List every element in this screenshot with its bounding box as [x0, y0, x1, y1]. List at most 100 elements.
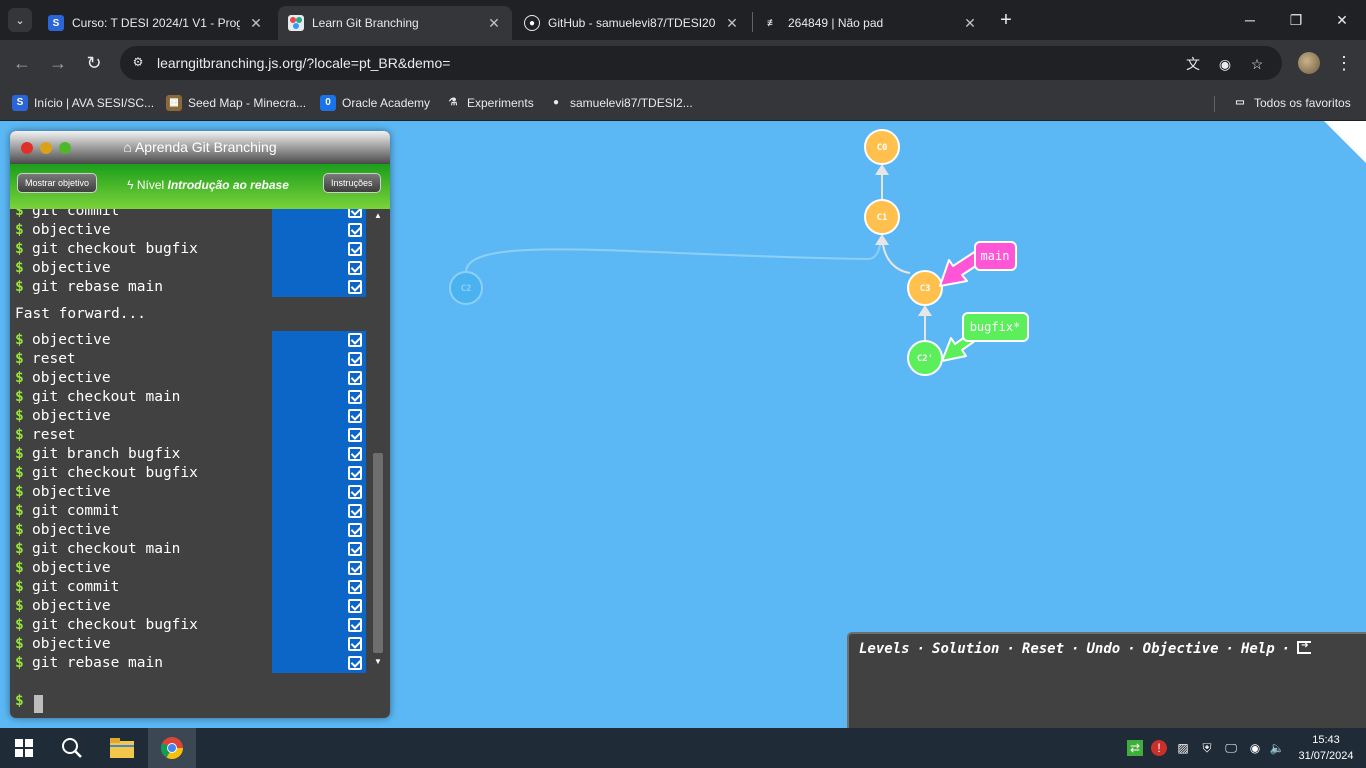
chrome-taskbar-icon[interactable] — [148, 728, 196, 768]
bolt-icon: ϟ — [127, 178, 137, 192]
notification-badge-icon[interactable]: ! — [1151, 740, 1167, 756]
command-input[interactable]: $ — [10, 687, 390, 718]
taskbar-clock[interactable]: 15:43 31/07/2024 — [1290, 732, 1362, 764]
command-bar-link-levels[interactable]: Levels — [859, 641, 910, 657]
terminal-history[interactable]: $ git commit $ objective $ git checkout bugfi… — [10, 209, 390, 679]
command-history-line: $ objective — [10, 259, 390, 278]
command-bar-link-reset[interactable]: Reset — [1022, 641, 1064, 657]
tab-learn-git-branching[interactable]: Learn Git Branching ✕ — [278, 6, 512, 40]
prompt-symbol: $ — [15, 503, 24, 519]
command-bar-link-objective[interactable]: Objective — [1143, 641, 1219, 657]
ghost-edge — [465, 238, 883, 272]
command-status-cell — [272, 635, 366, 654]
windows-taskbar: ⇄ ! ▨ ⛨ 🖵 ◉ 🔈 15:43 31/07/2024 — [0, 728, 1366, 768]
command-text: objective — [32, 222, 111, 238]
command-text: git commit — [32, 579, 120, 595]
prompt-symbol: $ — [15, 693, 24, 709]
close-tab-icon[interactable]: ✕ — [248, 15, 264, 32]
search-icon[interactable] — [48, 728, 96, 768]
checkbox-checked-icon — [348, 447, 362, 461]
command-status-cell — [272, 597, 366, 616]
image-tray-icon[interactable]: ▨ — [1175, 740, 1191, 756]
checkbox-checked-icon — [348, 280, 362, 294]
checkbox-checked-icon — [348, 333, 362, 347]
terminal-title: ⌂ Aprenda Git Branching — [10, 139, 390, 155]
bookmarks-bar: S Início | AVA SESI/SC... ▦ Seed Map - M… — [0, 86, 1366, 121]
site-info-icon[interactable]: ⚙ — [130, 55, 146, 71]
tab-search-button[interactable]: ⌄ — [8, 8, 32, 32]
bookmark-experiments[interactable]: ⚗ Experiments — [445, 93, 534, 113]
url-text[interactable]: learngitbranching.js.org/?locale=pt_BR&d… — [157, 55, 450, 71]
arrowhead — [875, 234, 889, 245]
checkbox-checked-icon — [348, 637, 362, 651]
back-button[interactable]: ← — [10, 51, 34, 75]
windows-start-icon[interactable] — [0, 728, 48, 768]
vpn-icon[interactable]: ◉ — [1247, 740, 1263, 756]
prompt-symbol: $ — [15, 522, 24, 538]
translate-icon[interactable]: 文 — [1184, 55, 1202, 73]
app-tray-icon[interactable]: ⇄ — [1127, 740, 1143, 756]
instructions-button[interactable]: Instruções — [323, 173, 381, 193]
terminal-scrollbar[interactable]: ▲ ▼ — [372, 211, 386, 671]
bookmark-oracle-academy[interactable]: 0 Oracle Academy — [320, 93, 430, 113]
tab-nao-pad[interactable]: ≢ 264849 | Não pad ✕ — [754, 6, 988, 40]
all-bookmarks[interactable]: ▭ Todos os favoritos — [1232, 93, 1350, 113]
command-status-cell — [272, 221, 366, 240]
bookmark-star-icon[interactable]: ☆ — [1248, 55, 1266, 73]
command-history-line: $ git checkout main — [10, 540, 390, 559]
minimize-button[interactable]: ─ — [1230, 8, 1270, 32]
command-status-cell — [272, 445, 366, 464]
profile-avatar[interactable] — [1298, 52, 1320, 74]
checkbox-checked-icon — [348, 223, 362, 237]
command-text: objective — [32, 598, 111, 614]
tab-github[interactable]: ● GitHub - samuelevi87/TDESI202 ✕ — [514, 6, 750, 40]
command-text: reset — [32, 427, 76, 443]
bookmark-github-repo[interactable]: ● samuelevi87/TDESI2... — [548, 93, 693, 113]
command-history-line: $ objective — [10, 483, 390, 502]
command-text: objective — [32, 408, 111, 424]
checkbox-checked-icon — [348, 485, 362, 499]
scroll-thumb[interactable] — [373, 453, 383, 653]
bookmark-seed-map[interactable]: ▦ Seed Map - Minecra... — [166, 93, 306, 113]
tab-curso[interactable]: S Curso: T DESI 2024/1 V1 - Progr ✕ — [38, 6, 274, 40]
tab-title: Learn Git Branching — [312, 16, 419, 30]
command-history-line: $ objective — [10, 221, 390, 240]
command-bar-link-undo[interactable]: Undo — [1086, 641, 1120, 657]
show-goal-button[interactable]: Mostrar objetivo — [17, 173, 98, 193]
checkbox-checked-icon — [348, 390, 362, 404]
close-tab-icon[interactable]: ✕ — [486, 15, 502, 32]
address-bar[interactable]: ⚙ learngitbranching.js.org/?locale=pt_BR… — [120, 46, 1282, 80]
menu-kebab-icon[interactable]: ⋮ — [1334, 51, 1354, 75]
volume-icon[interactable]: 🔈 — [1269, 740, 1285, 756]
reload-button[interactable]: ↻ — [82, 51, 106, 75]
checkbox-checked-icon — [348, 409, 362, 423]
security-tray-icon[interactable]: ⛨ — [1199, 740, 1215, 756]
checkbox-checked-icon — [348, 542, 362, 556]
eye-off-icon[interactable]: ◉ — [1216, 55, 1234, 73]
bookmark-ava-sesi[interactable]: S Início | AVA SESI/SC... — [12, 93, 154, 113]
new-tab-button[interactable]: + — [994, 9, 1018, 33]
command-status-cell — [272, 426, 366, 445]
command-text: objective — [32, 522, 111, 538]
scroll-up-arrow-icon[interactable]: ▲ — [374, 211, 382, 220]
exit-icon[interactable] — [1297, 638, 1312, 654]
network-icon[interactable]: 🖵 — [1223, 740, 1239, 756]
restore-button[interactable]: ❐ — [1276, 8, 1316, 32]
close-tab-icon[interactable]: ✕ — [724, 15, 740, 32]
scroll-down-arrow-icon[interactable]: ▼ — [374, 657, 382, 666]
document-favicon-icon: ≢ — [764, 15, 780, 31]
flask-icon: ⚗ — [448, 97, 458, 108]
command-status-cell — [272, 464, 366, 483]
prompt-symbol: $ — [15, 484, 24, 500]
command-bar-link-solution[interactable]: Solution — [932, 641, 999, 657]
command-text: objective — [32, 560, 111, 576]
close-tab-icon[interactable]: ✕ — [962, 15, 978, 32]
close-window-button[interactable]: ✕ — [1322, 8, 1362, 32]
command-bar-link-help[interactable]: Help — [1241, 641, 1275, 657]
checkbox-checked-icon — [348, 209, 362, 218]
file-explorer-icon[interactable] — [98, 728, 146, 768]
link-separator: · — [1225, 641, 1234, 657]
level-indicator[interactable]: ϟ Nível Introdução ao rebase — [118, 178, 298, 192]
forward-button[interactable]: → — [46, 51, 70, 75]
commit-label: C3 — [920, 284, 931, 294]
